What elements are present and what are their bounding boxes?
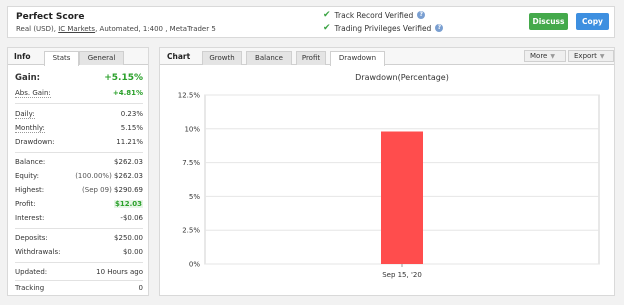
updated-row: Updated: 10 Hours ago	[15, 268, 143, 278]
profit-label: Profit:	[15, 200, 36, 208]
daily-row: Daily: 0.23%	[15, 110, 143, 120]
gain-row: Gain: +5.15%	[15, 73, 143, 86]
tracking-row: Tracking 0	[15, 284, 143, 294]
highest-date: (Sep 09)	[82, 186, 112, 194]
balance-value: $262.03	[114, 158, 143, 166]
drawdown-row: Drawdown: 11.21%	[15, 138, 143, 148]
divider	[15, 262, 143, 263]
drawdown-chart: Drawdown(Percentage) 0% 2.5% 5% 7.5% 10% 12.5%…	[178, 73, 600, 279]
monthly-value: 5.15%	[120, 124, 143, 132]
account-type: Real (USD),	[16, 25, 59, 33]
tab-stats[interactable]: Stats	[44, 51, 79, 66]
x-tick-label: Sep 15, '20	[382, 271, 422, 279]
monthly-row: Monthly: 5.15%	[15, 124, 143, 134]
chart-tab-bar: Chart Growth Balance Profit Drawdown Mor…	[160, 48, 614, 66]
tab-profit[interactable]: Profit	[296, 51, 326, 65]
interest-row: Interest: -$0.06	[15, 214, 143, 224]
tab-balance[interactable]: Balance	[246, 51, 292, 65]
account-details: , Automated, 1:400 , MetaTrader 5	[95, 25, 216, 33]
chevron-down-icon: ▼	[550, 53, 555, 60]
daily-label[interactable]: Daily:	[15, 110, 35, 119]
check-icon: ✔	[323, 10, 331, 20]
discuss-button[interactable]: Discuss	[529, 13, 568, 30]
monthly-label[interactable]: Monthly:	[15, 124, 45, 133]
drawdown-bar	[381, 131, 423, 264]
y-tick-label: 5%	[189, 193, 200, 201]
export-dropdown[interactable]: Export ▼	[568, 50, 614, 62]
updated-value: 10 Hours ago	[96, 268, 143, 276]
info-panel-title: Info	[14, 52, 31, 61]
account-name: Perfect Score	[16, 12, 85, 22]
daily-value: 0.23%	[120, 110, 143, 118]
drawdown-value: 11.21%	[116, 138, 143, 146]
interest-value: -$0.06	[120, 214, 143, 222]
y-tick-label: 12.5%	[178, 92, 201, 100]
broker-link[interactable]: IC Markets	[58, 25, 95, 33]
y-tick-label: 10%	[184, 125, 200, 133]
equity-row: Equity: (100.00%) $262.03	[15, 172, 143, 182]
account-info: Real (USD), IC Markets, Automated, 1:400…	[16, 25, 216, 33]
gain-label: Gain:	[15, 73, 41, 83]
profit-value: $12.03	[113, 200, 143, 208]
track-record-label: Track Record Verified	[334, 10, 414, 20]
abs-gain-value: +4.81%	[112, 89, 143, 97]
updated-label: Updated:	[15, 268, 48, 276]
deposits-row: Deposits: $250.00	[15, 234, 143, 244]
interest-label: Interest:	[15, 214, 45, 222]
info-tab-bar: Info Stats General	[8, 48, 148, 66]
divider	[15, 152, 143, 153]
divider	[15, 103, 143, 104]
track-record-verified: ✔ Track Record Verified ?	[323, 10, 426, 20]
abs-gain-label[interactable]: Abs. Gain:	[15, 89, 51, 98]
withdrawals-label: Withdrawals:	[15, 248, 61, 256]
abs-gain-row: Abs. Gain: +4.81%	[15, 89, 143, 99]
chart-panel: Chart Growth Balance Profit Drawdown Mor…	[159, 47, 615, 296]
chart-title: Drawdown(Percentage)	[355, 73, 449, 82]
y-tick-label: 2.5%	[182, 227, 200, 235]
drawdown-label: Drawdown:	[15, 138, 55, 146]
highest-value-group: (Sep 09) $290.69	[82, 186, 143, 194]
deposits-label: Deposits:	[15, 234, 48, 242]
chart-panel-title: Chart	[167, 52, 191, 61]
y-tick-label: 7.5%	[182, 159, 200, 167]
tracking-value: 0	[138, 284, 143, 292]
y-tick-label: 0%	[189, 261, 200, 269]
equity-value-group: (100.00%) $262.03	[75, 172, 143, 180]
divider	[15, 280, 143, 281]
equity-percent: (100.00%)	[75, 172, 112, 180]
profit-row: Profit: $12.03	[15, 200, 143, 210]
account-header: Perfect Score Real (USD), IC Markets, Au…	[7, 6, 615, 38]
highest-row: Highest: (Sep 09) $290.69	[15, 186, 143, 196]
balance-label: Balance:	[15, 158, 46, 166]
divider	[15, 228, 143, 229]
chevron-down-icon: ▼	[599, 53, 605, 60]
info-panel: Info Stats General Gain: +5.15% Abs. Gai…	[7, 47, 149, 296]
highest-label: Highest:	[15, 186, 45, 194]
equity-value: $262.03	[114, 172, 143, 180]
copy-button[interactable]: Copy	[576, 13, 609, 30]
balance-row: Balance: $262.03	[15, 158, 143, 168]
tab-drawdown[interactable]: Drawdown	[330, 51, 385, 66]
withdrawals-value: $0.00	[122, 248, 143, 256]
withdrawals-row: Withdrawals: $0.00	[15, 248, 143, 258]
tab-growth[interactable]: Growth	[202, 51, 242, 65]
more-dropdown[interactable]: More ▼	[524, 50, 566, 62]
deposits-value: $250.00	[114, 234, 143, 242]
highest-value: $290.69	[114, 186, 143, 194]
export-label: Export	[574, 52, 597, 60]
check-icon: ✔	[323, 23, 331, 33]
tracking-label: Tracking	[15, 284, 45, 292]
tab-general[interactable]: General	[79, 51, 124, 65]
help-icon[interactable]: ?	[435, 24, 444, 32]
gain-value: +5.15%	[104, 73, 143, 83]
trading-privileges-label: Trading Privileges Verified	[334, 23, 432, 33]
help-icon[interactable]: ?	[417, 11, 426, 19]
trading-privileges-verified: ✔ Trading Privileges Verified ?	[323, 23, 444, 33]
more-label: More	[530, 52, 548, 60]
equity-label: Equity:	[15, 172, 39, 180]
